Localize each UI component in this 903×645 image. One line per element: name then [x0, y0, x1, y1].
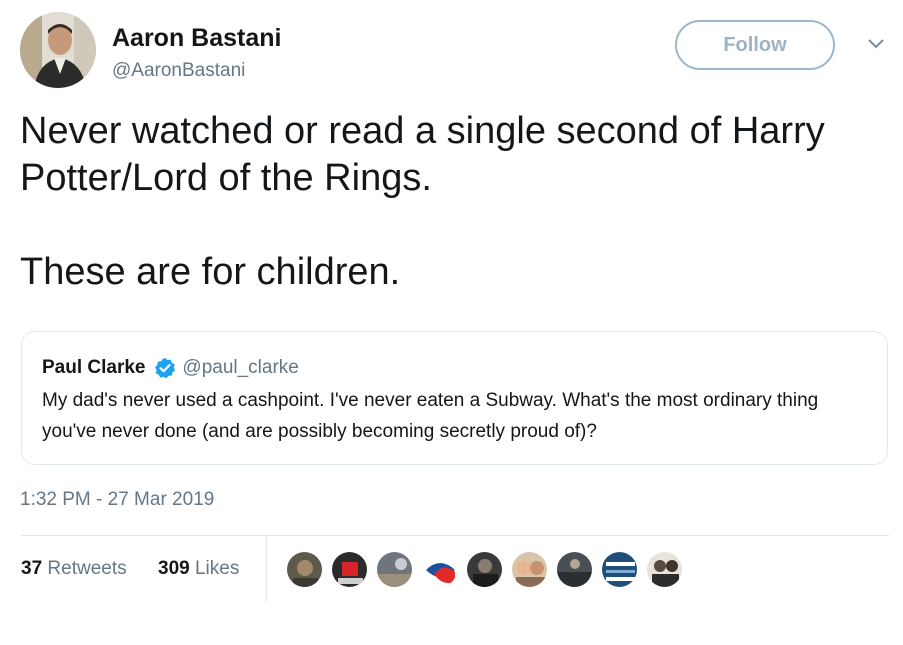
liker-avatar[interactable] — [466, 551, 503, 588]
chevron-down-icon[interactable] — [866, 36, 886, 52]
liker-avatar[interactable] — [376, 551, 413, 588]
quoted-author-handle: @paul_clarke — [182, 357, 299, 378]
liker-avatar[interactable] — [286, 551, 323, 588]
likes-stat[interactable]: 309 Likes — [158, 558, 239, 580]
likes-label: Likes — [194, 558, 240, 579]
tweet-timestamp[interactable]: 1:32 PM - 27 Mar 2019 — [20, 489, 214, 511]
quoted-author-name: Paul Clarke — [42, 357, 146, 378]
author-avatar[interactable] — [20, 12, 96, 88]
tweet-card: Aaron Bastani @AaronBastani Follow Never… — [0, 0, 903, 645]
retweets-stat[interactable]: 37 Retweets — [21, 558, 127, 580]
retweets-label: Retweets — [47, 558, 127, 579]
liker-avatar[interactable] — [511, 551, 548, 588]
liker-avatar[interactable] — [331, 551, 368, 588]
liker-avatar[interactable] — [556, 551, 593, 588]
liker-avatar[interactable] — [601, 551, 638, 588]
stats-separator — [266, 536, 267, 602]
quoted-tweet-text: My dad's never used a cashpoint. I've ne… — [42, 390, 819, 442]
tweet-paragraph: Never watched or read a single second of… — [20, 110, 825, 199]
follow-button[interactable]: Follow — [675, 20, 835, 70]
author-name[interactable]: Aaron Bastani — [112, 24, 281, 53]
liker-avatar[interactable] — [646, 551, 683, 588]
likes-count: 309 — [158, 558, 190, 579]
tweet-stats: 37 Retweets 309 Likes — [21, 536, 889, 602]
tweet-header: Aaron Bastani @AaronBastani Follow — [20, 12, 890, 88]
tweet-paragraph: These are for children. — [20, 251, 401, 293]
quoted-tweet[interactable]: Paul Clarke @paul_clarke My dad's never … — [21, 331, 888, 465]
author-handle[interactable]: @AaronBastani — [112, 60, 245, 82]
verified-badge-icon — [154, 357, 176, 379]
retweets-count: 37 — [21, 558, 43, 579]
tweet-text: Never watched or read a single second of… — [20, 108, 890, 296]
liker-avatar[interactable] — [421, 551, 458, 588]
quoted-tweet-header: Paul Clarke @paul_clarke — [42, 357, 299, 381]
